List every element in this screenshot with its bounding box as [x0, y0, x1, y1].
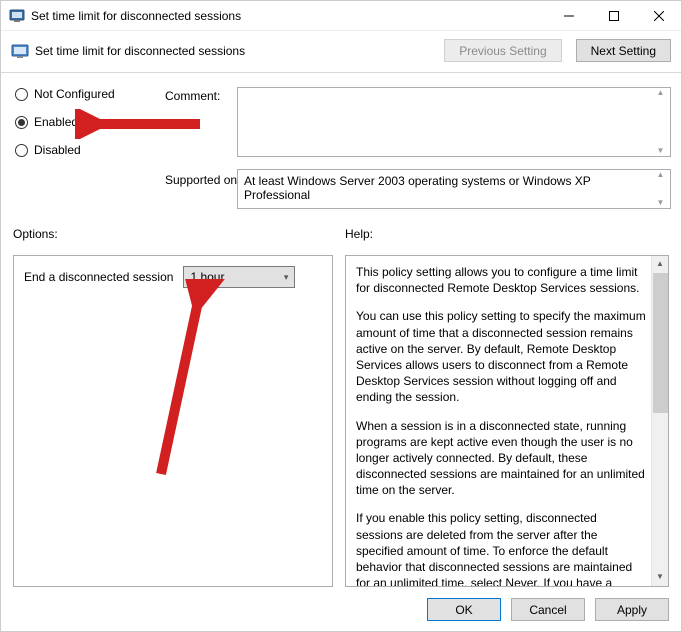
next-setting-button[interactable]: Next Setting — [576, 39, 671, 62]
maximize-button[interactable] — [591, 1, 636, 31]
scroll-thumb[interactable] — [653, 273, 668, 413]
ok-button[interactable]: OK — [427, 598, 501, 621]
radio-icon — [15, 116, 28, 129]
header-row: Set time limit for disconnected sessions… — [1, 31, 681, 73]
scroll-down-icon[interactable]: ▼ — [652, 569, 669, 586]
scrollbar: ▲▼ — [652, 171, 669, 207]
radio-disabled[interactable]: Disabled — [15, 143, 165, 157]
radio-label: Not Configured — [34, 87, 115, 101]
help-panel: This policy setting allows you to config… — [345, 255, 669, 587]
close-button[interactable] — [636, 1, 681, 31]
radio-icon — [15, 144, 28, 157]
header-title: Set time limit for disconnected sessions — [35, 44, 444, 58]
radio-not-configured[interactable]: Not Configured — [15, 87, 165, 101]
radio-label: Enabled — [34, 115, 78, 129]
help-text: This policy setting allows you to config… — [356, 264, 646, 296]
options-label: Options: — [13, 227, 333, 249]
previous-setting-button: Previous Setting — [444, 39, 561, 62]
scrollbar[interactable]: ▲▼ — [652, 89, 669, 155]
supported-on-label: Supported on: — [165, 163, 237, 209]
state-area: Not Configured Enabled Disabled Comment:… — [1, 73, 681, 209]
radio-icon — [15, 88, 28, 101]
app-icon — [9, 8, 25, 24]
radio-label: Disabled — [34, 143, 81, 157]
dialog-buttons: OK Cancel Apply — [427, 598, 669, 621]
help-label: Help: — [345, 227, 669, 249]
select-value: 1 hour — [190, 270, 224, 284]
apply-button[interactable]: Apply — [595, 598, 669, 621]
policy-icon — [11, 42, 29, 60]
titlebar: Set time limit for disconnected sessions — [1, 1, 681, 31]
window-title: Set time limit for disconnected sessions — [31, 9, 546, 23]
end-session-select[interactable]: 1 hour ▾ — [183, 266, 295, 288]
chevron-down-icon: ▾ — [284, 272, 289, 283]
options-panel: End a disconnected session 1 hour ▾ — [13, 255, 333, 587]
comment-textarea[interactable]: ▲▼ — [237, 87, 671, 157]
cancel-button[interactable]: Cancel — [511, 598, 585, 621]
radio-enabled[interactable]: Enabled — [15, 115, 165, 129]
minimize-button[interactable] — [546, 1, 591, 31]
help-text: When a session is in a disconnected stat… — [356, 418, 646, 499]
scroll-up-icon[interactable]: ▲ — [652, 256, 669, 273]
help-text: You can use this policy setting to speci… — [356, 308, 646, 405]
comment-label: Comment: — [165, 87, 237, 103]
end-session-label: End a disconnected session — [24, 270, 173, 284]
help-text: If you enable this policy setting, disco… — [356, 510, 646, 587]
supported-on-text: At least Windows Server 2003 operating s… — [237, 169, 671, 209]
scrollbar[interactable]: ▲ ▼ — [651, 256, 668, 586]
